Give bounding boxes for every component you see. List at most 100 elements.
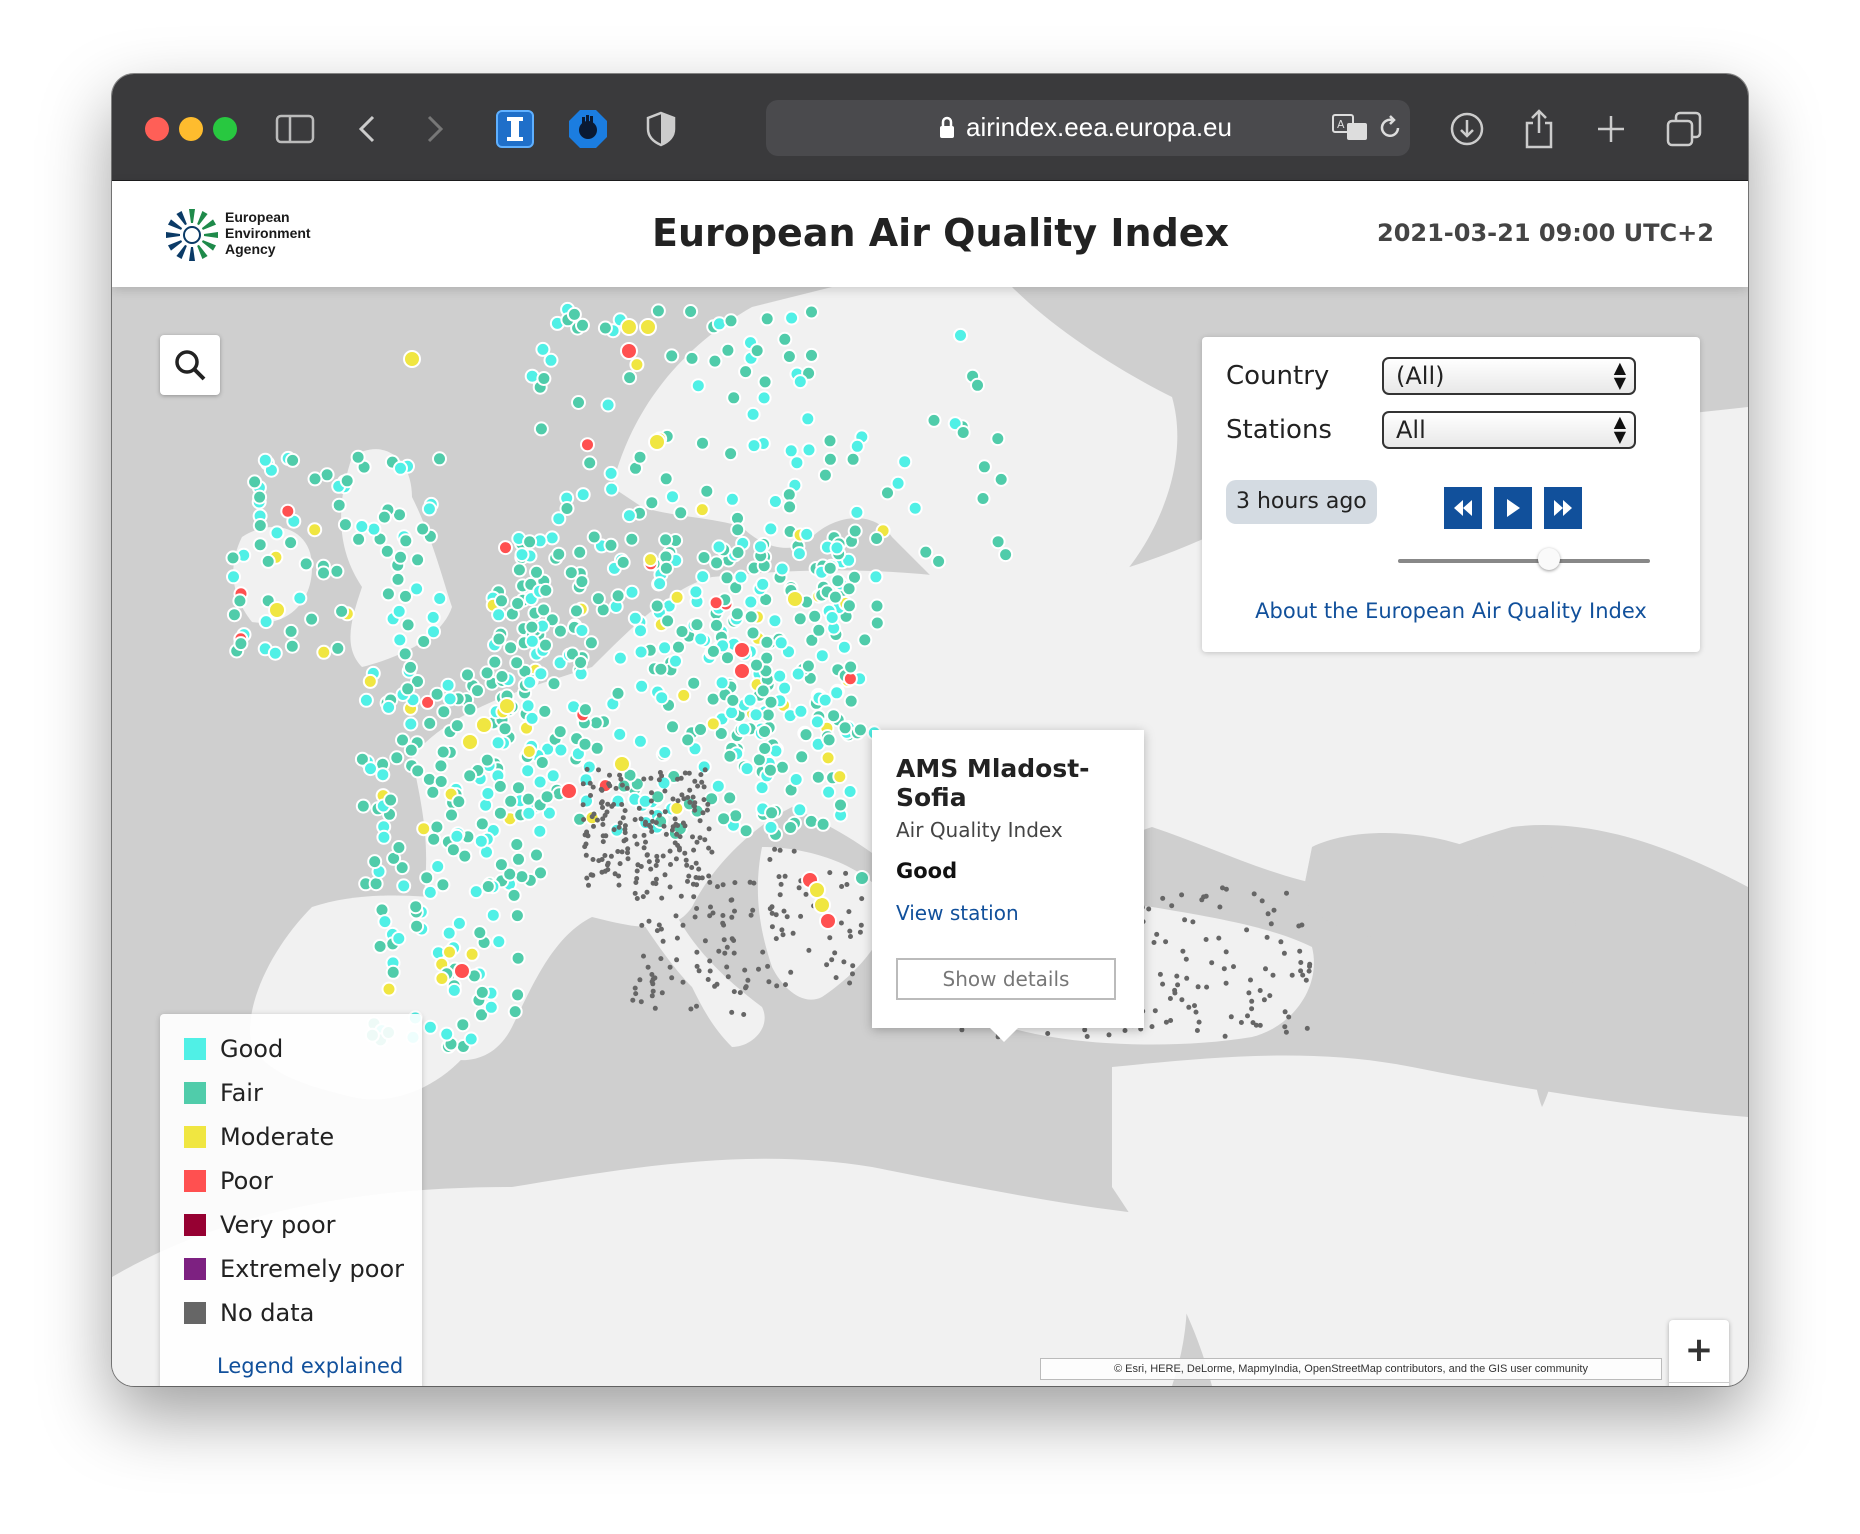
station-marker[interactable] <box>611 827 617 833</box>
reader-icon[interactable] <box>490 104 540 154</box>
station-marker[interactable] <box>510 596 526 611</box>
station-marker[interactable] <box>403 716 419 732</box>
station-marker[interactable] <box>260 553 276 569</box>
station-marker[interactable] <box>667 848 673 854</box>
station-marker[interactable] <box>741 1012 747 1017</box>
station-marker[interactable] <box>584 766 590 772</box>
plus-icon[interactable] <box>1586 104 1636 154</box>
station-marker[interactable] <box>800 411 816 427</box>
station-marker[interactable] <box>720 342 736 358</box>
station-marker[interactable] <box>763 521 779 537</box>
station-marker[interactable] <box>1203 937 1209 942</box>
station-marker[interactable] <box>670 824 676 830</box>
station-marker[interactable] <box>645 964 651 970</box>
station-marker[interactable] <box>632 449 648 465</box>
station-marker[interactable] <box>1082 1027 1088 1033</box>
station-marker[interactable] <box>650 981 656 987</box>
station-marker[interactable] <box>503 793 519 809</box>
station-marker[interactable] <box>743 985 748 991</box>
station-marker[interactable] <box>529 564 544 580</box>
station-marker[interactable] <box>697 818 703 824</box>
station-marker[interactable] <box>667 964 673 970</box>
station-marker[interactable] <box>524 710 540 726</box>
station-marker[interactable] <box>710 778 726 794</box>
station-marker[interactable] <box>868 569 884 585</box>
station-marker[interactable] <box>598 786 604 792</box>
station-marker[interactable] <box>763 694 779 710</box>
station-marker[interactable] <box>536 602 552 618</box>
station-marker[interactable] <box>755 576 771 592</box>
time-slider-thumb[interactable] <box>1538 548 1561 570</box>
station-marker[interactable] <box>790 666 806 682</box>
station-marker[interactable] <box>225 550 241 566</box>
station-marker[interactable] <box>474 984 490 1000</box>
station-marker[interactable] <box>1174 973 1180 979</box>
station-marker[interactable] <box>714 981 720 987</box>
station-marker[interactable] <box>689 865 695 870</box>
station-marker[interactable] <box>583 852 589 858</box>
station-marker[interactable] <box>699 483 715 499</box>
station-marker[interactable] <box>832 950 838 956</box>
station-marker[interactable] <box>1203 893 1209 899</box>
station-marker[interactable] <box>586 882 591 888</box>
station-marker[interactable] <box>843 870 849 876</box>
station-marker[interactable] <box>738 823 754 839</box>
station-marker[interactable] <box>475 716 493 734</box>
station-marker[interactable] <box>257 452 273 468</box>
station-marker[interactable] <box>409 581 425 597</box>
station-marker[interactable] <box>464 946 480 962</box>
station-marker[interactable] <box>1193 1009 1199 1015</box>
station-marker[interactable] <box>702 837 708 843</box>
station-marker[interactable] <box>720 920 726 926</box>
station-marker[interactable] <box>498 540 513 556</box>
station-marker[interactable] <box>1209 960 1215 966</box>
station-marker[interactable] <box>918 544 934 560</box>
station-marker[interactable] <box>657 770 663 775</box>
station-marker[interactable] <box>827 870 833 876</box>
station-marker[interactable] <box>581 817 587 822</box>
station-marker[interactable] <box>693 860 699 866</box>
station-marker[interactable] <box>403 659 418 675</box>
station-marker[interactable] <box>716 811 732 827</box>
station-marker[interactable] <box>479 752 495 768</box>
station-marker[interactable] <box>780 932 786 938</box>
station-marker[interactable] <box>1248 977 1253 983</box>
station-marker[interactable] <box>691 847 697 853</box>
station-marker[interactable] <box>619 802 625 807</box>
station-marker[interactable] <box>650 988 656 994</box>
station-marker[interactable] <box>472 925 488 941</box>
station-marker[interactable] <box>391 603 407 619</box>
station-marker[interactable] <box>652 576 668 592</box>
station-marker[interactable] <box>393 549 408 565</box>
back-icon[interactable] <box>342 104 392 154</box>
station-marker[interactable] <box>623 837 629 843</box>
station-marker[interactable] <box>732 880 738 886</box>
station-marker[interactable] <box>511 780 526 796</box>
station-marker[interactable] <box>756 390 772 406</box>
zoom-in-button[interactable]: + <box>1669 1320 1729 1383</box>
station-marker[interactable] <box>635 862 641 868</box>
station-marker[interactable] <box>632 833 638 839</box>
station-marker[interactable] <box>613 755 631 773</box>
station-marker[interactable] <box>449 718 465 734</box>
station-marker[interactable] <box>726 390 742 406</box>
station-marker[interactable] <box>285 452 301 468</box>
station-marker[interactable] <box>814 648 830 664</box>
station-marker[interactable] <box>799 526 815 542</box>
station-marker[interactable] <box>493 857 509 873</box>
station-marker[interactable] <box>403 742 419 758</box>
station-marker[interactable] <box>429 819 445 835</box>
station-marker[interactable] <box>509 908 525 924</box>
station-marker[interactable] <box>632 733 648 749</box>
station-marker[interactable] <box>1222 1033 1228 1039</box>
station-marker[interactable] <box>748 707 764 723</box>
station-marker[interactable] <box>830 573 846 589</box>
station-marker[interactable] <box>1223 949 1229 955</box>
station-marker[interactable] <box>389 750 405 766</box>
station-marker[interactable] <box>381 981 397 997</box>
station-marker[interactable] <box>507 1004 523 1020</box>
station-marker[interactable] <box>763 819 779 835</box>
station-marker[interactable] <box>616 824 622 830</box>
station-marker[interactable] <box>782 499 798 515</box>
station-marker[interactable] <box>377 914 393 930</box>
